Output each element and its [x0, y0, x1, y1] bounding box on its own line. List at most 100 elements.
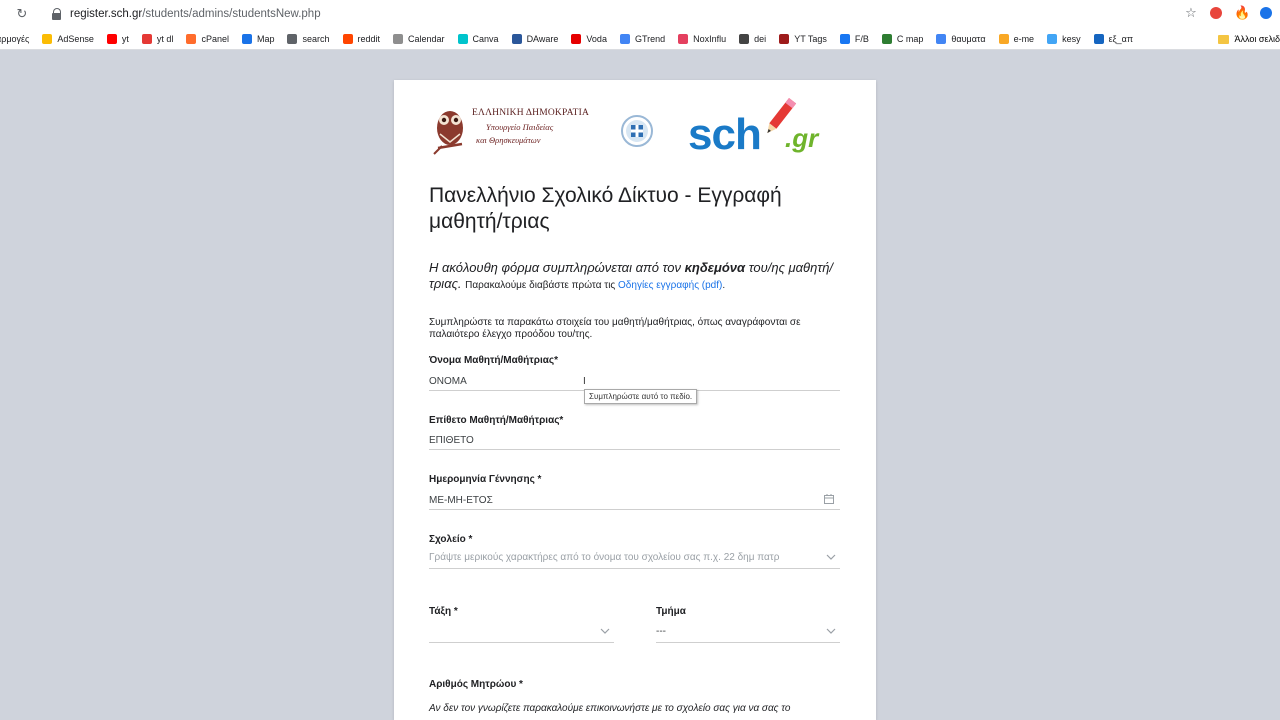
- profile-icon[interactable]: [1260, 7, 1272, 19]
- bookmark-favicon-icon: [619, 33, 630, 44]
- star-icon[interactable]: ☆: [1184, 5, 1198, 21]
- bookmark-label: reddit: [357, 33, 381, 44]
- url-path: /students/admins/studentsNew.php: [142, 8, 321, 20]
- bookmark-favicon-icon: [241, 33, 252, 44]
- bookmark-favicon-icon: [393, 33, 404, 44]
- bookmark-favicon-icon: [511, 33, 522, 44]
- bookmark-item[interactable]: DAware: [511, 33, 558, 44]
- other-bookmarks-label: Άλλοι σελιδ: [1234, 34, 1280, 44]
- bookmark-item[interactable]: GTrend: [619, 33, 666, 44]
- bookmark-label: e-me: [1013, 33, 1035, 44]
- intro-text-a: Η ακόλουθη φόρμα συμπληρώνεται από τον: [429, 260, 685, 275]
- bookmark-label: F/B: [854, 33, 869, 44]
- bookmark-label: Canva: [472, 33, 499, 44]
- bookmark-favicon-icon: [186, 33, 197, 44]
- last-name-label: Επίθετο Μαθητή/Μαθήτριας*: [429, 415, 564, 426]
- grade-select[interactable]: [429, 625, 614, 643]
- bookmark-favicon-icon: [839, 33, 850, 44]
- bookmark-item[interactable]: NoxInflu: [678, 33, 727, 44]
- text-cursor-icon: I: [583, 376, 586, 387]
- bookmark-favicon-icon: [779, 33, 790, 44]
- bookmark-item[interactable]: εξ_απ: [1093, 33, 1134, 44]
- bookmark-label: yt dl: [156, 33, 174, 44]
- bookmark-label: dei: [754, 33, 767, 44]
- ministry-line-3: και Θρησκευμάτων: [476, 135, 541, 145]
- bookmark-item[interactable]: search: [287, 33, 330, 44]
- other-bookmarks[interactable]: Άλλοι σελιδ: [1209, 28, 1280, 49]
- registry-number-label: Αριθμός Μητρώου *: [429, 679, 523, 690]
- form-intro: Η ακόλουθη φόρμα συμπληρώνεται από τον κ…: [429, 260, 849, 294]
- bookmark-item[interactable]: yt: [106, 33, 129, 44]
- bookmark-item[interactable]: cPanel: [186, 33, 229, 44]
- bookmark-favicon-icon: [141, 33, 152, 44]
- bookmark-item[interactable]: YT Tags: [779, 33, 827, 44]
- bookmark-label: εξ_απ: [1108, 33, 1134, 44]
- chevron-down-icon: [826, 628, 836, 634]
- last-name-input[interactable]: [429, 432, 840, 450]
- bookmark-item[interactable]: reddit: [342, 33, 381, 44]
- bookmark-favicon-icon: [1047, 33, 1058, 44]
- section-select[interactable]: ---: [656, 625, 840, 643]
- instructions-pdf-link[interactable]: Οδηγίες εγγραφής (pdf): [618, 280, 722, 291]
- lock-icon[interactable]: [52, 8, 62, 20]
- url-field[interactable]: register.sch.gr/students/admins/students…: [70, 8, 321, 20]
- bookmark-item[interactable]: AdSense: [42, 33, 94, 44]
- bookmark-item[interactable]: θαυματα: [936, 33, 986, 44]
- birth-date-field: [429, 492, 840, 511]
- birth-date-label: Ημερομηνία Γέννησης *: [429, 474, 542, 485]
- bookmarks-bar: αρμογές AdSense yt yt dl cPanel Map search redd…: [0, 28, 1280, 50]
- intro-small: Παρακαλούμε διαβάστε πρώτα τις: [465, 280, 619, 291]
- first-name-label: Όνομα Μαθητή/Μαθήτριας*: [429, 355, 558, 366]
- ministry-line-1: ΕΛΛΗΝΙΚΗ ΔΗΜΟΚΡΑΤΙΑ: [472, 108, 590, 118]
- folder-icon: [1217, 34, 1229, 44]
- reload-icon[interactable]: ↻: [14, 6, 30, 22]
- greek-seal-icon: [621, 115, 653, 147]
- owl-emblem-icon: [433, 111, 463, 155]
- bookmark-item[interactable]: Canva: [457, 33, 499, 44]
- bookmark-item[interactable]: F/B: [839, 33, 869, 44]
- bookmark-label: GTrend: [634, 33, 666, 44]
- toolbar-right: ☆ 🔥: [1184, 5, 1272, 21]
- bookmark-item[interactable]: e-me: [998, 33, 1035, 44]
- validation-tooltip: Συμπληρώστε αυτό το πεδίο.: [584, 389, 698, 404]
- browser-address-bar: ↻ register.sch.gr/students/admins/studen…: [0, 0, 1280, 28]
- bookmark-favicon-icon: [571, 33, 582, 44]
- extension-flame-icon[interactable]: 🔥: [1234, 5, 1250, 21]
- bookmark-label: αρμογές: [0, 33, 30, 44]
- bookmark-favicon-icon: [342, 33, 353, 44]
- bookmark-item[interactable]: Voda: [571, 33, 607, 44]
- bookmark-label: Voda: [586, 33, 607, 44]
- bookmark-favicon-icon: [998, 33, 1009, 44]
- section-value: ---: [656, 626, 666, 637]
- chevron-down-icon: [826, 554, 836, 560]
- bookmark-label: YT Tags: [794, 33, 827, 44]
- bookmark-favicon-icon: [739, 33, 750, 44]
- calendar-icon[interactable]: [824, 494, 834, 504]
- bookmark-item[interactable]: Map: [241, 33, 275, 44]
- bookmark-label: NoxInflu: [693, 33, 727, 44]
- bookmark-item[interactable]: Calendar: [393, 33, 445, 44]
- bookmark-item[interactable]: αρμογές: [0, 34, 29, 44]
- form-description: Συμπληρώστε τα παρακάτω στοιχεία του μαθ…: [429, 317, 801, 340]
- extension-icon[interactable]: [1210, 7, 1222, 19]
- bookmark-label: search: [302, 33, 330, 44]
- birth-date-input[interactable]: [429, 492, 840, 510]
- bookmark-label: kesy: [1062, 33, 1081, 44]
- bookmark-favicon-icon: [106, 33, 117, 44]
- bookmark-label: cPanel: [201, 33, 229, 44]
- ministry-logo: ΕΛΛΗΝΙΚΗ ΔΗΜΟΚΡΑΤΙΑ Υπουργείο Παιδείας κ…: [430, 104, 653, 156]
- form-title: Πανελλήνιο Σχολικό Δίκτυο - Εγγραφή μαθη…: [429, 184, 782, 233]
- intro-end: .: [722, 280, 726, 291]
- bookmark-label: Map: [256, 33, 275, 44]
- chevron-down-icon: [600, 628, 610, 634]
- bookmark-item[interactable]: yt dl: [141, 33, 174, 44]
- bookmark-label: yt: [121, 33, 129, 44]
- bookmark-item[interactable]: kesy: [1047, 33, 1081, 44]
- school-select[interactable]: Γράψτε μερικούς χαρακτήρες από το όνομα …: [429, 551, 840, 569]
- section-label: Τμήμα: [656, 606, 686, 617]
- bookmark-item[interactable]: C map: [881, 33, 923, 44]
- grade-label: Τάξη *: [429, 606, 458, 617]
- bookmark-item[interactable]: dei: [739, 33, 767, 44]
- bookmark-favicon-icon: [678, 33, 689, 44]
- registry-number-hint: Αν δεν τον γνωρίζετε παρακαλούμε επικοιν…: [429, 703, 791, 714]
